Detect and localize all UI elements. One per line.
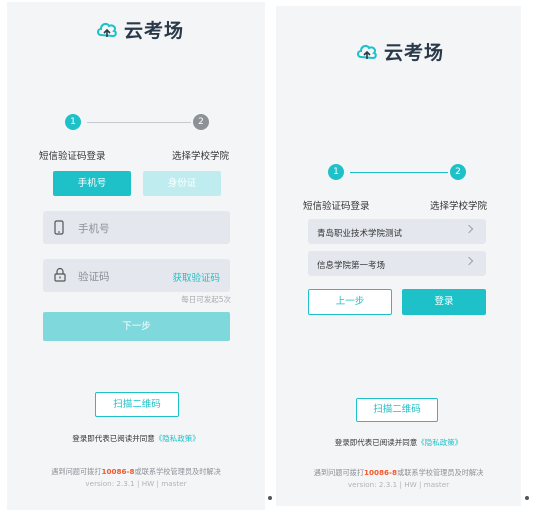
get-code-button[interactable]: 获取验证码: [172, 270, 220, 284]
footer-prefix: 遇到问题可拨打: [51, 467, 102, 476]
code-placeholder: 验证码: [78, 271, 110, 283]
app-title: 云考场: [124, 20, 185, 42]
app-logo: 云考场: [96, 16, 184, 43]
school-item[interactable]: 青岛职业技术学院测试: [308, 219, 486, 244]
hotline-number: 10086-8: [101, 467, 135, 476]
lock-icon: [54, 267, 66, 282]
scan-qr-button[interactable]: 扫描二维码: [356, 398, 438, 422]
privacy-agreement: 登录即代表已阅读并同意《隐私政策》: [7, 433, 265, 444]
separator-dot: [525, 496, 529, 500]
previous-step-button[interactable]: 上一步: [308, 289, 392, 315]
version-label: version: 2.3.1 | HW | master: [347, 480, 450, 489]
login-screen-select-school: 云考场 1 2 短信验证码登录 选择学校学院 青岛职业技术学院测试 信息学院第一…: [276, 6, 521, 506]
footer-suffix: 或联系学校管理员及时解决: [134, 467, 221, 476]
next-step-button[interactable]: 下一步: [43, 312, 230, 341]
phone-placeholder: 手机号: [78, 223, 110, 235]
tab-id-card[interactable]: 身份证: [143, 171, 221, 196]
step-connector: [350, 172, 448, 173]
school-item-label: 青岛职业技术学院测试: [317, 229, 403, 239]
step-2-label: 选择学校学院: [172, 151, 230, 162]
chevron-right-icon: [464, 224, 474, 234]
phone-input[interactable]: 手机号: [43, 211, 230, 244]
login-button[interactable]: 登录: [402, 289, 486, 315]
agreement-text: 登录即代表已阅读并同意: [334, 438, 418, 447]
app-logo: 云考场: [356, 38, 444, 65]
hotline-number: 10086-8: [364, 468, 398, 477]
cloud-logo-icon: [357, 44, 377, 59]
code-input[interactable]: 验证码 获取验证码: [43, 259, 230, 292]
tab-phone[interactable]: 手机号: [53, 171, 131, 196]
exam-room-item-label: 信息学院第一考场: [317, 261, 386, 271]
step-1-indicator: 1: [65, 114, 81, 130]
footer-suffix: 或联系学校管理员及时解决: [397, 468, 484, 477]
help-footer: 遇到问题可拨打10086-8或联系学校管理员及时解决: [276, 468, 521, 478]
app-title: 云考场: [384, 42, 445, 64]
privacy-policy-link[interactable]: 《隐私政策》: [155, 434, 200, 443]
separator-dot: [268, 496, 272, 500]
privacy-agreement: 登录即代表已阅读并同意《隐私政策》: [276, 437, 521, 448]
exam-room-item[interactable]: 信息学院第一考场: [308, 251, 486, 276]
step-2-indicator: 2: [193, 114, 209, 130]
scan-qr-button[interactable]: 扫描二维码: [95, 392, 179, 417]
step-connector: [87, 122, 191, 123]
daily-limit-hint: 每日可发起5次: [181, 295, 231, 304]
step-1-label: 短信验证码登录: [303, 201, 370, 212]
cloud-logo-icon: [97, 22, 117, 37]
step-1-label: 短信验证码登录: [39, 151, 106, 162]
step-2-indicator: 2: [450, 164, 466, 180]
privacy-policy-link[interactable]: 《隐私政策》: [417, 438, 462, 447]
step-1-indicator: 1: [328, 164, 344, 180]
step-2-label: 选择学校学院: [430, 201, 488, 212]
version-label: version: 2.3.1 | HW | master: [85, 479, 187, 488]
footer-prefix: 遇到问题可拨打: [313, 468, 365, 477]
login-screen-sms: 云考场 1 2 短信验证码登录 选择学校学院 手机号 身份证 手机号 验证码 获…: [7, 2, 265, 510]
agreement-text: 登录即代表已阅读并同意: [72, 434, 155, 443]
help-footer: 遇到问题可拨打10086-8或联系学校管理员及时解决: [7, 467, 265, 477]
chevron-right-icon: [464, 256, 474, 266]
phone-icon: [54, 220, 64, 235]
